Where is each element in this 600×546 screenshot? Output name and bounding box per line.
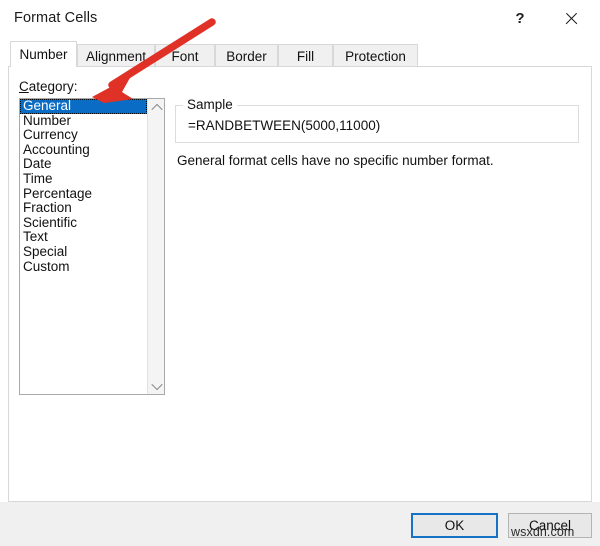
tab-font[interactable]: Font xyxy=(155,44,215,67)
category-item-currency[interactable]: Currency xyxy=(20,128,147,143)
sample-groupbox-title: Sample xyxy=(183,97,237,112)
sample-groupbox: Sample =RANDBETWEEN(5000,11000) xyxy=(175,97,579,143)
number-tab-panel: Category: General Number Currency Accountin… xyxy=(8,66,592,502)
tab-label: Protection xyxy=(345,48,406,64)
category-scrollbar[interactable] xyxy=(147,99,164,394)
tab-label: Font xyxy=(171,48,199,64)
page-title: Format Cells xyxy=(14,10,98,26)
category-item-number[interactable]: Number xyxy=(20,113,147,129)
category-item-special[interactable]: Special xyxy=(20,244,147,260)
sample-value: =RANDBETWEEN(5000,11000) xyxy=(188,118,381,133)
tab-label: Fill xyxy=(296,48,315,64)
category-item-custom[interactable]: Custom xyxy=(20,259,147,275)
scroll-up-button[interactable] xyxy=(148,99,164,116)
tab-label: Border xyxy=(226,48,267,64)
dialog-footer: OK Cancel xyxy=(0,502,600,546)
category-item-accounting[interactable]: Accounting xyxy=(20,142,147,158)
scroll-down-button[interactable] xyxy=(148,377,164,394)
tab-strip: Number Alignment Font Border Fill Protec… xyxy=(0,38,600,67)
chevron-up-icon xyxy=(150,103,163,115)
category-item-fraction[interactable]: Fraction xyxy=(20,201,147,216)
category-listbox[interactable]: General Number Currency Accounting Date Time P… xyxy=(19,98,165,395)
category-label-mnemonic: C xyxy=(19,79,29,94)
tab-protection[interactable]: Protection xyxy=(333,44,418,67)
tab-border[interactable]: Border xyxy=(215,44,278,67)
close-icon xyxy=(564,11,578,25)
category-label: Category: xyxy=(19,79,78,94)
tab-alignment[interactable]: Alignment xyxy=(77,44,155,67)
tab-fill[interactable]: Fill xyxy=(278,44,333,67)
category-item-text[interactable]: Text xyxy=(20,230,147,245)
category-item-date[interactable]: Date xyxy=(20,157,147,172)
category-item-scientific[interactable]: Scientific xyxy=(20,215,147,231)
format-cells-dialog: Format Cells ? Number Alignment Font Bor… xyxy=(0,0,600,546)
category-label-rest: ategory: xyxy=(28,79,78,94)
site-watermark: wsxdn.com xyxy=(511,525,575,539)
category-item-general[interactable]: General xyxy=(20,99,147,114)
title-bar: Format Cells ? xyxy=(0,0,600,39)
tab-label: Alignment xyxy=(85,48,147,64)
tab-number[interactable]: Number xyxy=(10,41,77,67)
format-description: General format cells have no specific nu… xyxy=(177,153,494,168)
ok-button[interactable]: OK xyxy=(411,513,498,538)
category-list-items: General Number Currency Accounting Date Time P… xyxy=(20,99,147,274)
close-button[interactable] xyxy=(548,3,594,33)
tab-label: Number xyxy=(19,47,68,62)
chevron-down-icon xyxy=(150,378,163,390)
category-item-time[interactable]: Time xyxy=(20,171,147,187)
help-button[interactable]: ? xyxy=(497,3,543,33)
category-item-percentage[interactable]: Percentage xyxy=(20,186,147,202)
